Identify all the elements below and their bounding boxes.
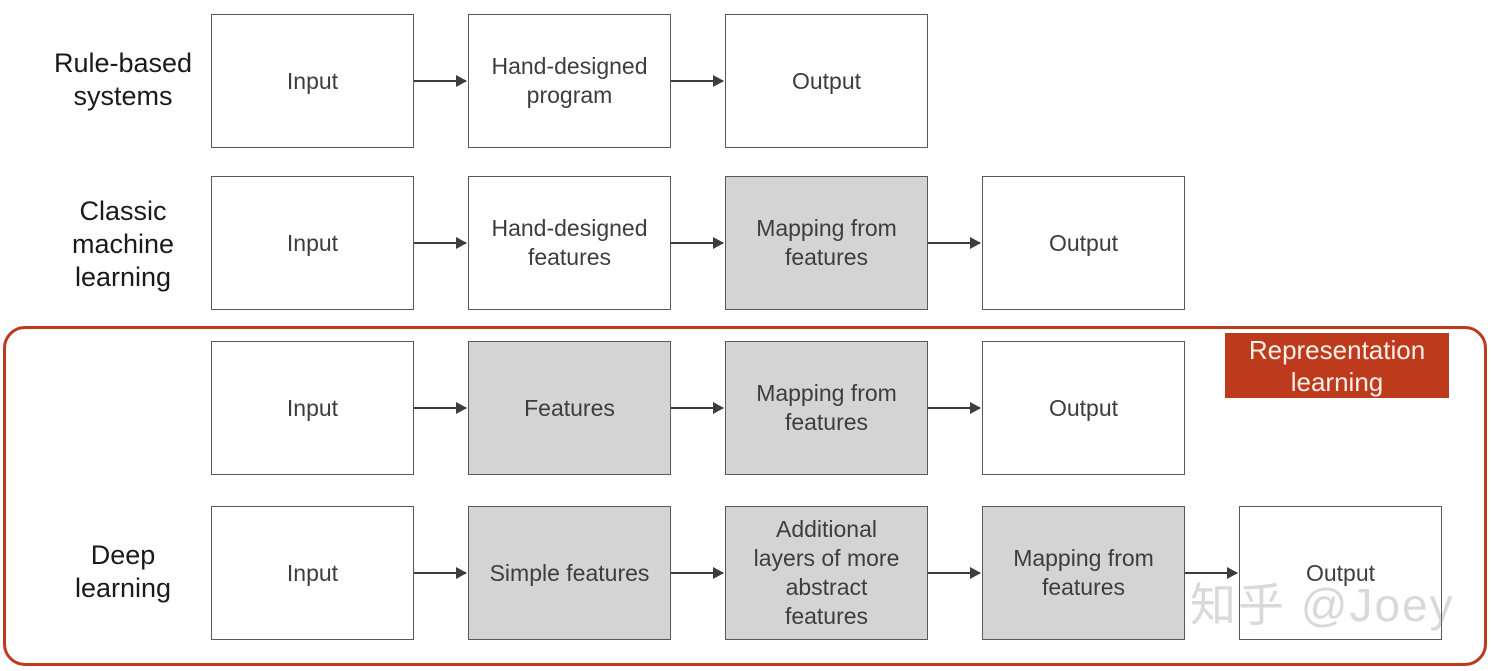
node-rule-based-systems-hand-designed-program: Hand-designed program bbox=[468, 14, 671, 148]
arrow-deep-learning-input-to-simple-features bbox=[414, 572, 466, 574]
arrow-representation-input-to-features bbox=[414, 407, 466, 409]
node-deep-learning-simple-features: Simple features bbox=[468, 506, 671, 640]
arrow-rule-based-program-to-output bbox=[671, 80, 723, 82]
arrow-deep-learning-additional-to-mapping bbox=[928, 572, 980, 574]
arrow-classic-ml-input-to-features bbox=[414, 242, 466, 244]
arrow-classic-ml-features-to-mapping bbox=[671, 242, 723, 244]
arrow-deep-learning-simple-to-additional bbox=[671, 572, 723, 574]
node-rule-based-systems-input: Input bbox=[211, 14, 414, 148]
diagram-canvas: Rule-based systems Input Hand-designed p… bbox=[0, 0, 1494, 671]
arrow-representation-features-to-mapping bbox=[671, 407, 723, 409]
node-classic-ml-output: Output bbox=[982, 176, 1185, 310]
node-deep-learning-output: Output bbox=[1239, 506, 1442, 640]
arrow-deep-learning-mapping-to-output bbox=[1185, 572, 1237, 574]
node-classic-ml-input: Input bbox=[211, 176, 414, 310]
node-classic-ml-mapping-from-features: Mapping from features bbox=[725, 176, 928, 310]
node-deep-learning-mapping-from-features: Mapping from features bbox=[982, 506, 1185, 640]
node-classic-ml-hand-designed-features: Hand-designed features bbox=[468, 176, 671, 310]
row-label-classic-machine-learning: Classic machine learning bbox=[71, 196, 175, 292]
arrow-representation-mapping-to-output bbox=[928, 407, 980, 409]
row-label-deep-learning: Deep learning bbox=[74, 540, 172, 603]
row-label-rule-based-systems: Rule-based systems bbox=[53, 48, 193, 111]
node-deep-learning-input: Input bbox=[211, 506, 414, 640]
node-representation-learning-mapping-from-features: Mapping from features bbox=[725, 341, 928, 475]
node-representation-learning-output: Output bbox=[982, 341, 1185, 475]
arrow-classic-ml-mapping-to-output bbox=[928, 242, 980, 244]
node-rule-based-systems-output: Output bbox=[725, 14, 928, 148]
node-representation-learning-features: Features bbox=[468, 341, 671, 475]
node-deep-learning-additional-layers: Additional layers of more abstract featu… bbox=[725, 506, 928, 640]
representation-learning-badge: Representation learning bbox=[1225, 333, 1449, 398]
arrow-rule-based-input-to-program bbox=[414, 80, 466, 82]
node-representation-learning-input: Input bbox=[211, 341, 414, 475]
